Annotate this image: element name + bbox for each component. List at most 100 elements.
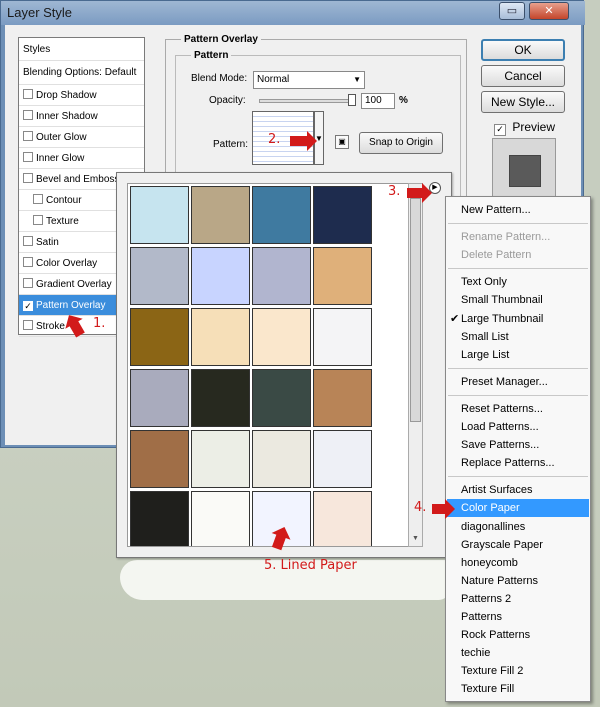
menu-item-label: Load Patterns... [461, 421, 539, 433]
style-item-label: Satin [36, 237, 59, 248]
pattern-tile[interactable] [252, 369, 311, 427]
snap-to-origin-button[interactable]: Snap to Origin [359, 132, 443, 154]
menu-item[interactable]: New Pattern... [447, 201, 589, 219]
menu-item[interactable]: Preset Manager... [447, 373, 589, 391]
checkmark-icon: ✔ [450, 312, 460, 325]
preview-label: Preview [512, 120, 556, 134]
menu-item[interactable]: Artist Surfaces [447, 481, 589, 499]
pattern-tile[interactable] [313, 430, 372, 488]
menu-item[interactable]: honeycomb [447, 554, 589, 572]
checkbox-icon[interactable] [23, 257, 33, 267]
pattern-tile[interactable] [130, 308, 189, 366]
pattern-tile[interactable] [252, 430, 311, 488]
close-button[interactable]: ✕ [529, 2, 569, 20]
checkbox-icon[interactable] [23, 173, 33, 183]
checkbox-icon[interactable] [33, 194, 43, 204]
style-item-label: Inner Glow [36, 153, 85, 164]
pattern-tile[interactable] [191, 491, 250, 546]
menu-item[interactable]: Replace Patterns... [447, 454, 589, 472]
menu-item[interactable]: Rock Patterns [447, 626, 589, 644]
annotation-step5: 5. Lined Paper [264, 558, 357, 573]
ok-button[interactable]: OK [481, 39, 565, 61]
pattern-tile[interactable] [313, 247, 372, 305]
menu-item[interactable]: Grayscale Paper [447, 536, 589, 554]
scroll-down-icon[interactable]: ▼ [409, 532, 422, 546]
pattern-tile[interactable] [130, 369, 189, 427]
menu-item-label: Delete Pattern [461, 249, 532, 262]
pattern-tile[interactable] [130, 186, 189, 244]
checkbox-icon[interactable] [23, 152, 33, 162]
scroll-thumb[interactable] [410, 198, 421, 422]
menu-item[interactable]: Large List [447, 346, 589, 364]
new-style-button[interactable]: New Style... [481, 91, 565, 113]
menu-item-label: Texture Fill [461, 683, 515, 696]
minimize-button[interactable]: ▭ [499, 2, 525, 20]
blending-options[interactable]: Blending Options: Default [19, 61, 144, 85]
menu-separator [448, 476, 588, 478]
preview-checkbox[interactable]: ✓ Preview [494, 120, 555, 136]
pattern-tile[interactable] [191, 247, 250, 305]
style-item-label: Color Overlay [36, 258, 98, 269]
menu-item[interactable]: Texture Fill [447, 680, 589, 698]
menu-item[interactable]: ✔ Large Thumbnail [447, 310, 589, 328]
menu-item[interactable]: Nature Patterns [447, 572, 589, 590]
checkbox-icon[interactable] [23, 89, 33, 99]
menu-item-label: Texture Fill 2 [461, 665, 524, 678]
new-preset-button[interactable]: ▣ [335, 135, 349, 149]
pattern-tile[interactable] [252, 247, 311, 305]
menu-item[interactable]: Text Only [447, 273, 589, 291]
titlebar: Layer Style ▭ ✕ [1, 1, 585, 25]
menu-item-label: Save Patterns... [461, 439, 540, 452]
blend-mode-value: Normal [257, 74, 290, 85]
menu-item[interactable]: Save Patterns... [447, 436, 589, 454]
checkbox-icon[interactable] [23, 236, 33, 246]
pattern-tile[interactable] [313, 491, 372, 546]
pattern-tile[interactable] [252, 186, 311, 244]
menu-item[interactable]: Load Patterns... [447, 418, 589, 436]
style-item[interactable]: Outer Glow [19, 127, 144, 148]
pattern-tile[interactable] [130, 247, 189, 305]
pattern-tile[interactable] [313, 186, 372, 244]
opacity-slider-thumb[interactable] [348, 94, 356, 106]
blend-mode-select[interactable]: Normal ▼ [253, 71, 365, 89]
menu-item[interactable]: Small Thumbnail [447, 291, 589, 309]
styles-header[interactable]: Styles [19, 38, 144, 61]
pattern-tile[interactable] [252, 308, 311, 366]
pattern-tile[interactable] [313, 369, 372, 427]
pattern-tile[interactable] [191, 186, 250, 244]
pattern-tile[interactable] [130, 430, 189, 488]
menu-item[interactable]: Texture Fill 2 [447, 662, 589, 680]
picker-scrollbar[interactable]: ▲ ▼ [408, 183, 423, 547]
checkbox-icon[interactable]: ✓ [23, 301, 33, 311]
cancel-button[interactable]: Cancel [481, 65, 565, 87]
checkbox-icon[interactable] [23, 278, 33, 288]
style-item[interactable]: Drop Shadow [19, 85, 144, 106]
checkbox-icon[interactable] [23, 320, 33, 330]
pattern-tile[interactable] [191, 430, 250, 488]
pattern-menu: New Pattern... Rename Pattern... Delete Pa… [445, 196, 591, 702]
menu-item[interactable]: techie [447, 644, 589, 662]
menu-item[interactable]: Color Paper [447, 499, 589, 518]
menu-item[interactable]: diagonallines [447, 518, 589, 536]
minimize-icon: ▭ [506, 5, 518, 17]
checkbox-icon[interactable] [23, 110, 33, 120]
checkbox-icon[interactable] [33, 215, 43, 225]
menu-item[interactable]: Patterns [447, 608, 589, 626]
pattern-tile[interactable] [130, 491, 189, 546]
style-item[interactable]: Inner Shadow [19, 106, 144, 127]
opacity-slider[interactable] [259, 94, 356, 106]
menu-item[interactable]: Reset Patterns... [447, 400, 589, 418]
menu-item[interactable]: Patterns 2 [447, 590, 589, 608]
checkbox-icon[interactable] [23, 131, 33, 141]
menu-item[interactable]: Small List [447, 328, 589, 346]
close-icon: ✕ [544, 5, 554, 17]
play-arrow-icon: ▶ [432, 184, 438, 191]
opacity-input[interactable]: 100 [361, 93, 395, 109]
menu-item-label: New Pattern... [461, 204, 531, 216]
pattern-tile[interactable] [191, 369, 250, 427]
style-item[interactable]: Inner Glow [19, 148, 144, 169]
menu-item: Delete Pattern [447, 246, 589, 264]
pattern-tile[interactable] [313, 308, 372, 366]
pattern-tile[interactable] [191, 308, 250, 366]
style-item-label: Outer Glow [36, 132, 87, 143]
